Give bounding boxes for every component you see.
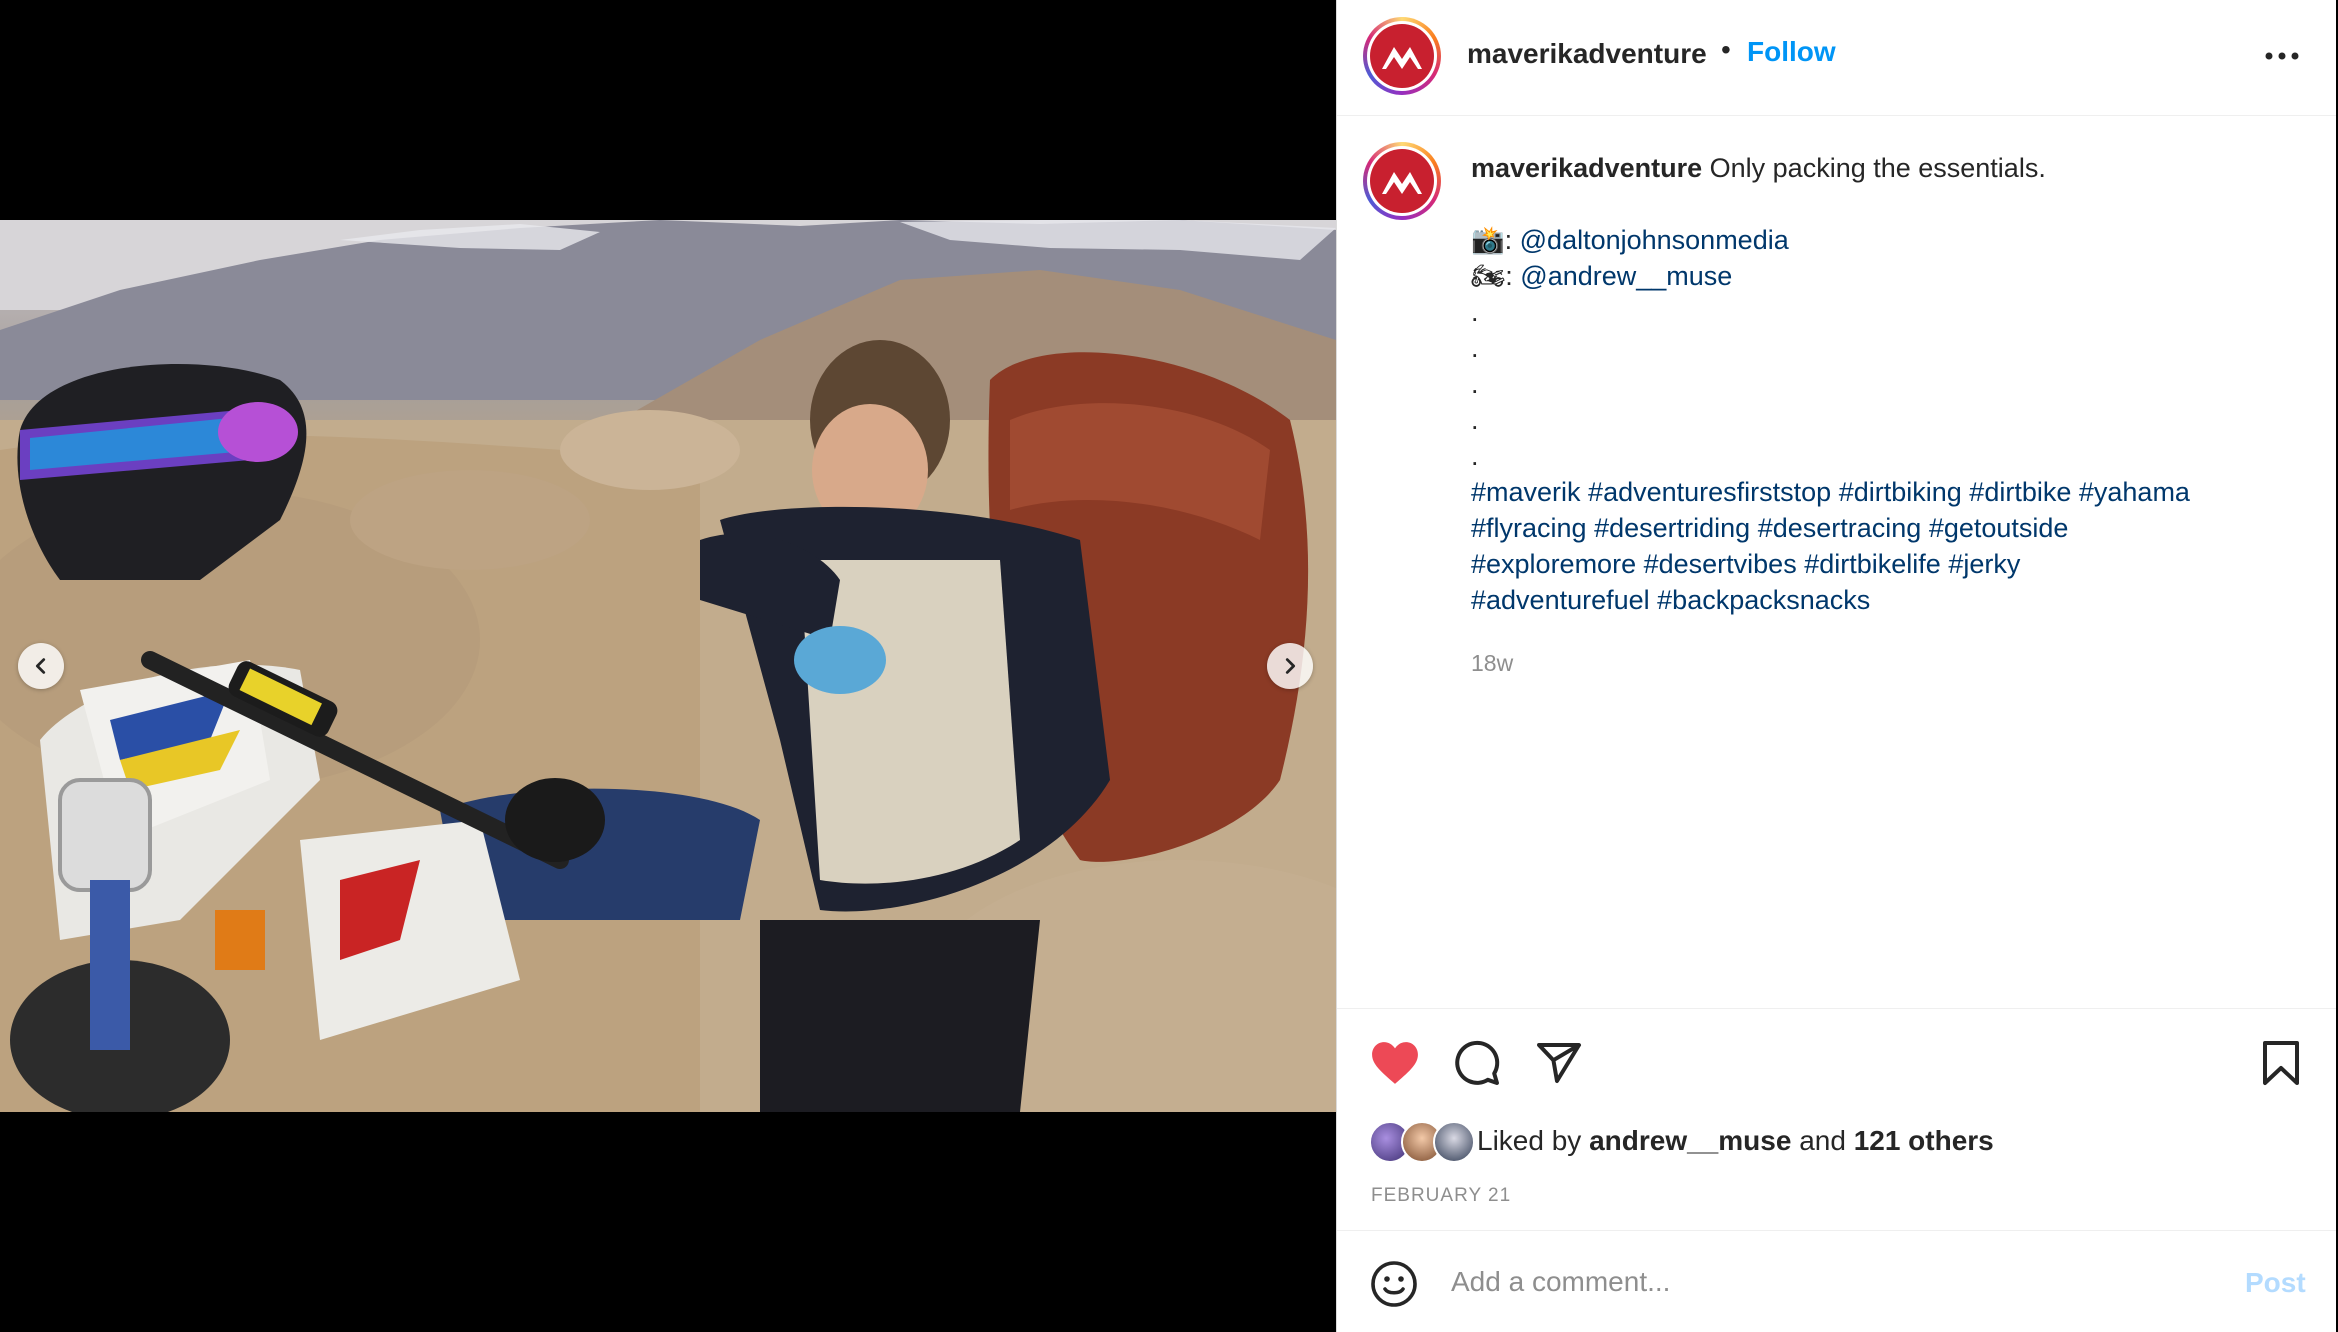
hashtag-link[interactable]: #flyracing [1471,513,1587,543]
save-button[interactable] [2255,1037,2307,1089]
caption-dot: . [1471,441,1479,471]
liked-by-others-link[interactable]: 121 others [1854,1125,1994,1156]
motorcycle-icon: 🏍 [1471,261,1506,291]
avatar [1433,1121,1475,1163]
relative-timestamp[interactable]: 18w [1471,650,1513,677]
chevron-right-icon [1285,658,1296,674]
author-username[interactable]: maverikadventure [1467,38,1707,70]
hashtag-line: #flyracing #desertriding #desertracing #… [1471,510,2291,546]
hashtag-line: #maverik #adventuresfirststop #dirtbikin… [1471,474,2291,510]
hashtag-link[interactable]: #desertriding [1594,513,1750,543]
comment-bar: Post [1337,1230,2336,1332]
post-actions: Liked by andrew__muse and 121 others FEB… [1337,1008,2336,1230]
credit-photo-line: 📸: @daltonjohnsonmedia [1471,225,1789,255]
post-date[interactable]: FEBRUARY 21 [1371,1185,1511,1207]
liked-by-text: Liked by andrew__muse and 121 others [1477,1125,1994,1157]
post-side-panel: maverikadventure • Follow maverikadventu… [1336,0,2336,1332]
post-header: maverikadventure • Follow [1337,0,2336,116]
caption-text: Only packing the essentials. [1709,153,2046,183]
hashtag-link[interactable]: #dirtbike [1969,477,2071,507]
comment-input[interactable] [1449,1253,2213,1311]
heart-icon [1372,1042,1418,1084]
chevron-left-icon [35,658,46,674]
mention-rider[interactable]: @andrew__muse [1520,261,1732,291]
hashtag-link[interactable]: #yahama [2079,477,2190,507]
caption-first-line: maverikadventure Only packing the essent… [1471,150,2291,186]
hashtag-link[interactable]: #getoutside [1929,513,2069,543]
hashtag-link[interactable]: #jerky [1948,549,2020,579]
mention-photographer[interactable]: @daltonjohnsonmedia [1520,225,1789,255]
avatar-inner [1367,21,1437,91]
like-button[interactable] [1369,1037,1421,1089]
liked-by-row: Liked by andrew__muse and 121 others [1369,1119,1994,1163]
bookmark-icon [2263,1041,2299,1085]
hashtag-link[interactable]: #adventurefuel [1471,585,1650,615]
avatar-inner [1367,146,1437,216]
hashtag-link[interactable]: #desertracing [1758,513,1922,543]
post-caption: maverikadventure Only packing the essent… [1471,150,2291,618]
carousel-prev-button[interactable] [18,643,64,689]
hashtag-line: #adventurefuel #backpacksnacks [1471,582,2291,618]
more-options-icon [2265,52,2299,60]
hashtag-link[interactable]: #maverik [1471,477,1581,507]
caption-dot: . [1471,369,1479,399]
hashtag-line: #exploremore #desertvibes #dirtbikelife … [1471,546,2291,582]
hashtag-link[interactable]: #dirtbiking [1839,477,1962,507]
credit-rider-line: 🏍: @andrew__muse [1471,261,1733,291]
carousel-next-button[interactable] [1267,643,1313,689]
caption-username[interactable]: maverikadventure [1471,153,1702,183]
more-options-button[interactable] [2262,38,2302,74]
comment-button[interactable] [1451,1037,1503,1089]
liker-avatars[interactable] [1369,1119,1475,1163]
maverik-logo-icon [1370,24,1434,88]
follow-button[interactable]: Follow [1747,36,1836,68]
hashtag-link[interactable]: #desertvibes [1644,549,1797,579]
caption-dot: . [1471,333,1479,363]
hashtag-link[interactable]: #exploremore [1471,549,1636,579]
share-button[interactable] [1533,1037,1585,1089]
hashtag-link[interactable]: #dirtbikelife [1804,549,1941,579]
caption-dot: . [1471,405,1479,435]
liked-by-and: and [1799,1125,1846,1156]
media-viewer [0,0,1336,1332]
comment-icon [1455,1040,1500,1085]
hashtag-link[interactable]: #backpacksnacks [1657,585,1870,615]
emoji-button[interactable] [1369,1259,1419,1309]
camera-flash-icon: 📸 [1471,225,1505,255]
smiley-icon [1371,1261,1417,1307]
liked-by-prefix: Liked by [1477,1125,1582,1156]
caption-dot: . [1471,297,1479,327]
caption-author-avatar[interactable] [1363,142,1441,220]
post-comment-button[interactable]: Post [2245,1267,2306,1299]
hashtag-link[interactable]: #adventuresfirststop [1588,477,1831,507]
header-separator: • [1721,34,1731,65]
post-photo[interactable] [0,220,1336,1112]
author-avatar[interactable] [1363,17,1441,95]
liked-by-user-link[interactable]: andrew__muse [1589,1125,1791,1156]
post-photo-illustration [0,220,1336,1112]
send-icon [1537,1043,1581,1083]
maverik-logo-icon [1370,149,1434,213]
